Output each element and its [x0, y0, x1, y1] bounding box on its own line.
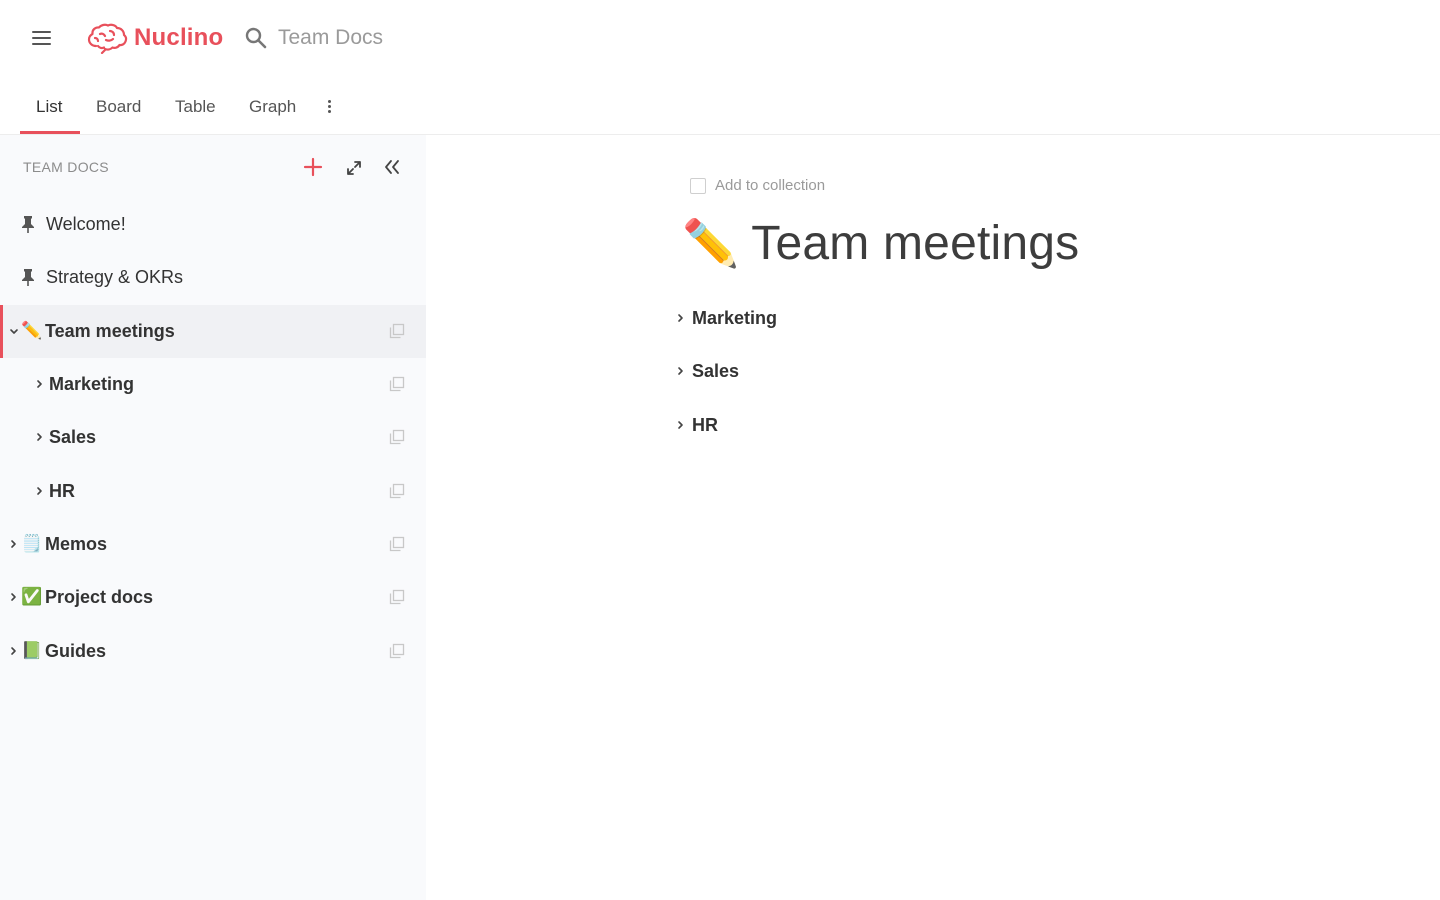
chevron-right-icon [678, 367, 683, 375]
chevron-right-icon[interactable] [9, 539, 19, 549]
page-title-text: Team meetings [751, 216, 1080, 270]
chevron-right-icon[interactable] [35, 379, 45, 389]
check-mark-icon: ✅ [21, 587, 43, 606]
chevron-down-icon[interactable] [9, 327, 19, 337]
tab-graph[interactable]: Graph [249, 80, 296, 134]
chevron-right-icon [678, 314, 683, 322]
sidebar-item-label: Memos [45, 534, 108, 554]
copy-icon[interactable] [389, 643, 405, 659]
pencil-icon: ✏️ [682, 217, 740, 269]
green-book-icon: 📗 [21, 641, 43, 660]
sidebar-item-label: Team meetings [45, 321, 175, 341]
app-name: Nuclino [134, 24, 224, 51]
collection-checkbox-icon [690, 177, 706, 194]
pin-icon [22, 269, 34, 286]
copy-icon[interactable] [389, 536, 405, 552]
tab-list[interactable]: List [36, 80, 62, 134]
sidebar-item-label: Marketing [49, 374, 135, 394]
top-header: Nuclino Team Docs [0, 0, 1440, 76]
sidebar-item-team-meetings[interactable]: ✏️ Team meetings [0, 305, 426, 358]
more-vertical-icon[interactable] [320, 93, 340, 121]
search-field[interactable]: Team Docs [244, 22, 383, 54]
chevron-right-icon [678, 421, 683, 429]
tab-board[interactable]: Board [96, 80, 141, 134]
sidebar-item-label: HR [49, 481, 75, 501]
copy-icon[interactable] [389, 376, 405, 392]
hamburger-menu-icon[interactable] [28, 24, 56, 52]
brain-icon [87, 23, 128, 54]
plus-icon[interactable] [302, 156, 324, 178]
sub-item-label: HR [692, 414, 718, 435]
document-pane: Add to collection ✏️ Team meetings Marke… [426, 135, 1440, 900]
sidebar-item-sales[interactable]: Sales [0, 411, 426, 464]
copy-icon[interactable] [389, 323, 405, 339]
sub-item-sales[interactable]: Sales [676, 356, 739, 386]
double-chevron-left-icon[interactable] [382, 157, 402, 177]
sidebar-header: TEAM DOCS [23, 159, 109, 175]
active-tab-indicator [20, 131, 80, 134]
sidebar-item-label: Sales [49, 427, 97, 447]
sub-item-label: Marketing [692, 307, 778, 328]
pencil-icon: ✏️ [21, 321, 43, 340]
expand-icon[interactable] [345, 159, 363, 177]
chevron-right-icon[interactable] [35, 486, 45, 496]
view-tabs: List Board Table Graph [0, 80, 1440, 135]
sidebar-item-memos[interactable]: 🗒️ Memos [0, 518, 426, 571]
sidebar: TEAM DOCS Welcome! Strategy & OKRs ✏️ Te… [0, 135, 426, 900]
pin-icon [22, 216, 34, 233]
chevron-right-icon[interactable] [9, 592, 19, 602]
sidebar-item-project-docs[interactable]: ✅ Project docs [0, 571, 426, 624]
copy-icon[interactable] [389, 589, 405, 605]
sub-item-marketing[interactable]: Marketing [676, 303, 777, 333]
add-to-collection-button[interactable]: Add to collection [690, 177, 825, 194]
copy-icon[interactable] [389, 483, 405, 499]
app-logo[interactable]: Nuclino [86, 20, 223, 56]
tab-table[interactable]: Table [175, 80, 216, 134]
sub-item-hr[interactable]: HR [676, 410, 718, 440]
page-title[interactable]: ✏️ Team meetings [682, 215, 1079, 271]
sub-item-label: Sales [692, 360, 740, 381]
sidebar-item-strategy-okrs[interactable]: Strategy & OKRs [0, 251, 426, 304]
sidebar-item-label: Strategy & OKRs [46, 267, 184, 287]
copy-icon[interactable] [389, 429, 405, 445]
sidebar-item-marketing[interactable]: Marketing [0, 358, 426, 411]
sidebar-item-hr[interactable]: HR [0, 465, 426, 518]
chevron-right-icon[interactable] [35, 432, 45, 442]
add-to-collection-label: Add to collection [715, 177, 826, 194]
search-input-text: Team Docs [278, 26, 384, 49]
sidebar-item-label: Guides [45, 641, 107, 661]
chevron-right-icon[interactable] [9, 646, 19, 656]
notepad-icon: 🗒️ [21, 534, 43, 553]
sidebar-item-label: Welcome! [46, 214, 126, 234]
search-icon [245, 27, 267, 49]
sidebar-item-welcome[interactable]: Welcome! [0, 198, 426, 251]
sidebar-item-guides[interactable]: 📗 Guides [0, 625, 426, 678]
sidebar-item-label: Project docs [45, 587, 154, 607]
